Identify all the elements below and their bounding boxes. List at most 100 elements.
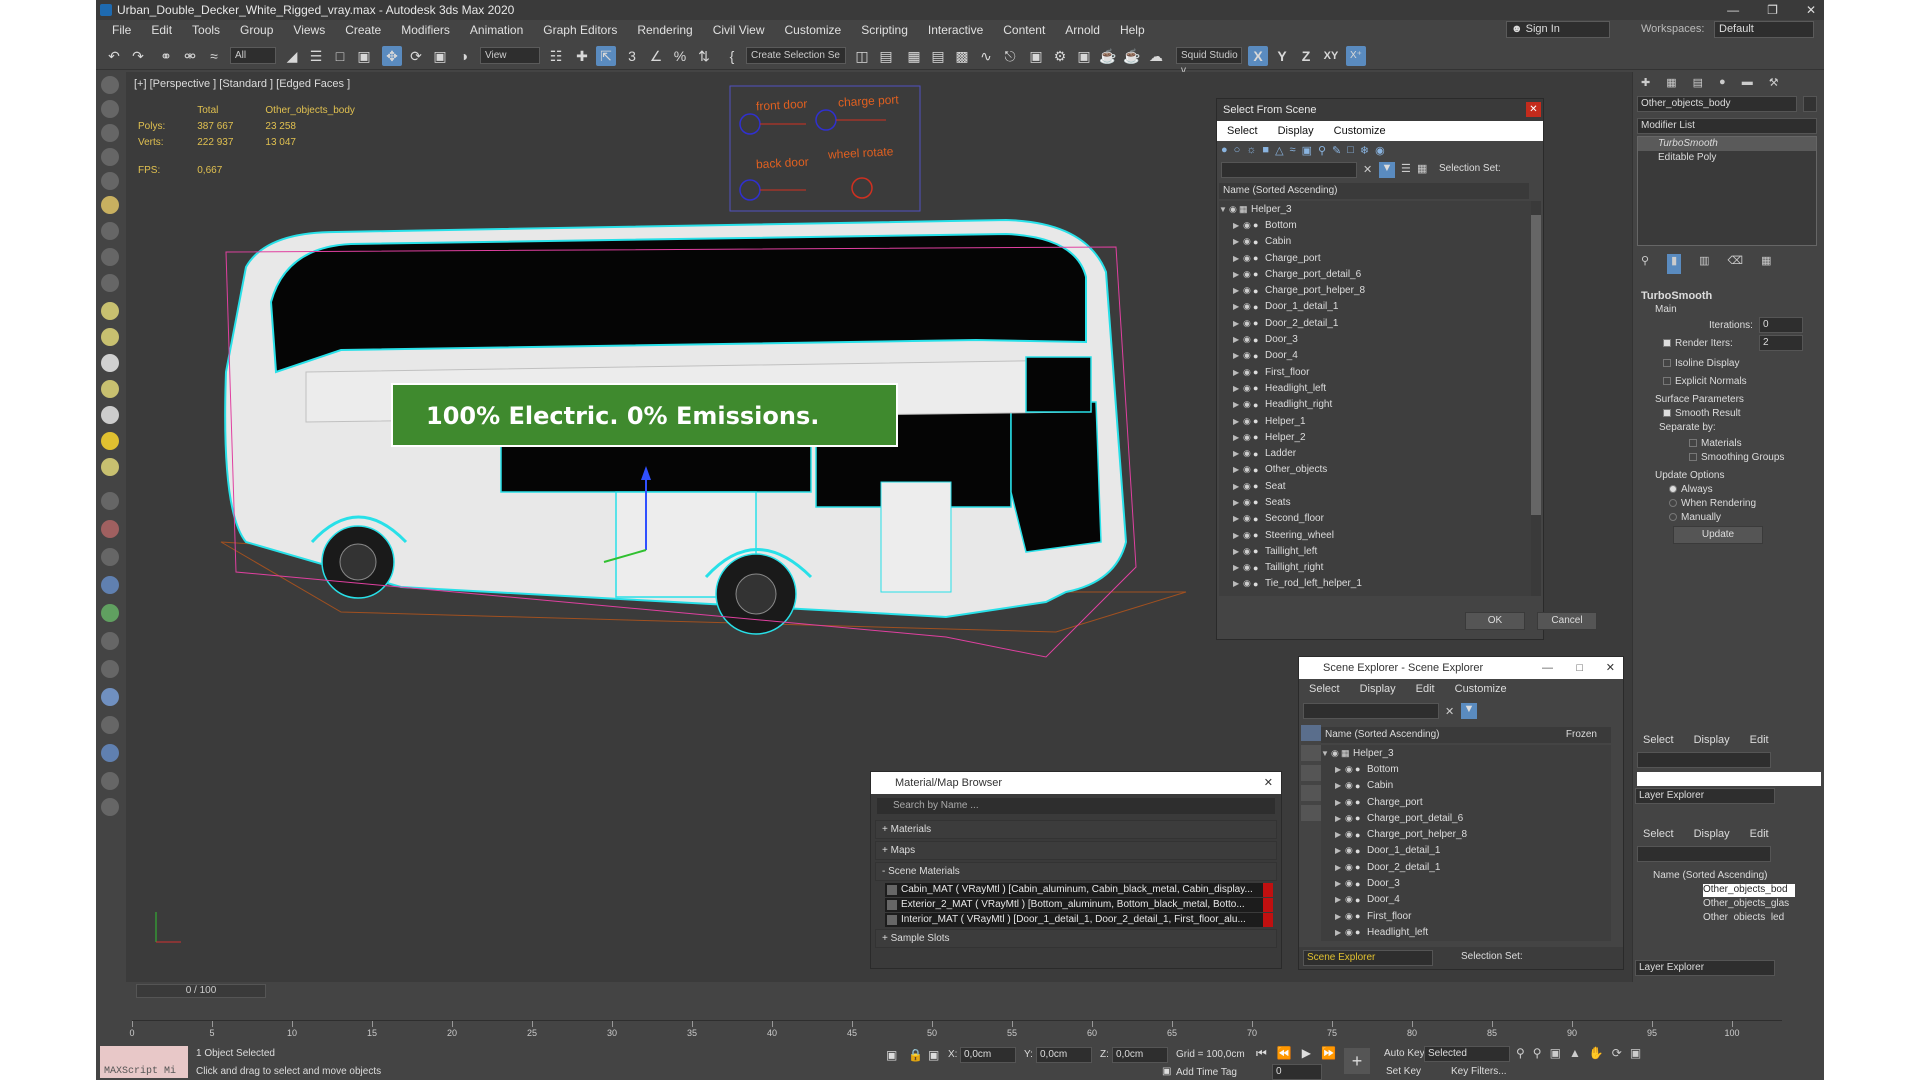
set-key-button[interactable]: Set Key [1386,1066,1421,1077]
lp2-menu-edit[interactable]: Edit [1740,828,1779,840]
expand-icon[interactable]: ▶ [1335,846,1345,855]
axis-xy-button[interactable]: XY [1320,46,1342,66]
se-menu-edit[interactable]: Edit [1406,683,1445,695]
lp-menu-display[interactable]: Display [1684,734,1740,746]
eye-icon[interactable]: ◉ [1243,318,1253,329]
eye-icon[interactable]: ◉ [1345,911,1355,922]
explicit-normals-checkbox[interactable] [1663,377,1671,386]
absolute-mode-icon[interactable]: ▣ [928,1048,939,1062]
render-cloud-icon[interactable]: ☁ [1146,46,1166,66]
layer-explorer-select[interactable]: Layer Explorer [1635,788,1775,804]
tool-icon-24[interactable] [101,688,119,706]
expand-icon[interactable]: ▶ [1233,531,1243,540]
ribbon-icon[interactable]: ▩ [952,46,972,66]
tree-row[interactable]: ▶ ◉ ● Taillight_left [1219,543,1531,559]
tree-row[interactable]: ▶ ◉ ● Seats [1219,494,1531,510]
se-explorer-select[interactable]: Scene Explorer [1303,950,1433,966]
expand-icon[interactable]: ▶ [1233,579,1243,588]
section-maps[interactable]: + Maps [875,841,1277,860]
minimize-icon[interactable]: — [1542,657,1553,679]
filter-xrefs-icon[interactable]: ⚲ [1318,144,1326,157]
reference-coord-select[interactable]: View [480,47,540,64]
menu-file[interactable]: File [102,23,141,37]
eye-icon[interactable]: ◉ [1243,497,1253,508]
filter-bones-icon[interactable]: ✎ [1332,144,1341,157]
tree-row[interactable]: ▶ ◉ ● Door_2_detail_1 [1321,859,1611,875]
axis-x-button[interactable]: X [1248,46,1268,66]
axis-y-button[interactable]: Y [1272,46,1292,66]
filter-groups-icon[interactable]: ▣ [1302,144,1312,157]
hair-fur-icon[interactable] [101,632,119,650]
render-production-icon[interactable]: ☕ [1098,46,1118,66]
tool-icon-25[interactable] [101,716,119,734]
eye-icon[interactable]: ◉ [1243,350,1253,361]
sfs-search-input[interactable] [1221,162,1357,178]
sfs-scrollbar[interactable] [1531,201,1541,596]
tool-icon-20[interactable] [101,576,119,594]
stack-editable-poly[interactable]: Editable Poly [1638,151,1816,165]
clear-search-icon[interactable]: ✕ [1363,163,1372,176]
menu-customize[interactable]: Customize [775,23,852,37]
materials-checkbox[interactable] [1689,439,1697,448]
eye-icon[interactable]: ◉ [1345,878,1355,889]
object-color-swatch[interactable] [1803,96,1817,112]
filter-lights-icon[interactable]: ☼ [1246,144,1256,156]
layer-explorer-icon[interactable]: ▤ [928,46,948,66]
eye-icon[interactable]: ◉ [1229,204,1239,215]
tool-icon-3[interactable] [101,124,119,142]
section-sample-slots[interactable]: + Sample Slots [875,929,1277,948]
close-icon[interactable]: ✕ [1526,102,1541,117]
modify-tab-icon[interactable]: ▦ [1666,76,1676,90]
set-key-icon[interactable]: + [1344,1048,1370,1074]
expand-icon[interactable]: ▶ [1335,928,1345,937]
material-cabin[interactable]: Cabin_MAT ( VRayMtl ) [Cabin_aluminum, C… [885,883,1273,897]
lp2-search-input[interactable] [1637,846,1771,862]
menu-scripting[interactable]: Scripting [851,23,918,37]
layer-row[interactable]: Other_objects_glas [1703,898,1795,909]
tree-row[interactable]: ▶ ◉ ● Door_1_detail_1 [1321,843,1611,859]
hierarchy-tab-icon[interactable]: ▤ [1693,76,1703,90]
tree-row[interactable]: ▶ ◉ ● First_floor [1219,364,1531,380]
filter-hidden-icon[interactable]: ◉ [1375,144,1385,157]
material-search-input[interactable]: Search by Name ... [877,798,1275,814]
tree-row[interactable]: ▶ ◉ ● Door_4 [1321,892,1611,908]
render-setup-icon[interactable]: ⚙ [1050,46,1070,66]
lp-menu-select[interactable]: Select [1633,734,1684,746]
smoothing-groups-checkbox[interactable] [1689,453,1697,462]
always-radio[interactable] [1669,485,1677,494]
sfs-menu-display[interactable]: Display [1268,125,1324,137]
tree-row[interactable]: ▶ ◉ ● Bottom [1219,217,1531,233]
minimize-icon[interactable]: — [1727,3,1739,17]
eye-icon[interactable]: ◉ [1345,780,1355,791]
expand-icon[interactable]: ▶ [1233,433,1243,442]
manually-radio[interactable] [1669,513,1677,522]
current-frame-field[interactable]: 0 [1272,1064,1322,1080]
play-icon[interactable]: ▶ [1302,1046,1311,1061]
eye-icon[interactable]: ◉ [1243,367,1253,378]
configure-modifier-icon[interactable]: ▦ [1761,254,1771,274]
rect-selection-icon[interactable]: □ [330,46,350,66]
redo-icon[interactable]: ↷ [128,46,148,66]
zoom-icon[interactable]: ⚲ [1516,1046,1525,1060]
eye-icon[interactable]: ◉ [1345,845,1355,856]
isolate-icon[interactable]: ▣ [886,1048,897,1062]
menu-interactive[interactable]: Interactive [918,23,993,37]
sfs-column-header[interactable]: Name (Sorted Ascending) [1219,183,1529,199]
filter-frozen-icon[interactable]: ❄ [1360,144,1369,157]
material-interior[interactable]: Interior_MAT ( VRayMtl ) [Door_1_detail_… [885,913,1273,927]
tree-row[interactable]: ▶ ◉ ● Charge_port_helper_8 [1321,826,1611,842]
cone-icon[interactable] [101,406,119,424]
pan-icon[interactable]: ✋ [1589,1046,1604,1060]
eye-icon[interactable]: ◉ [1243,481,1253,492]
tree-row[interactable]: ▶ ◉ ● Ladder [1219,445,1531,461]
se-menu-select[interactable]: Select [1299,683,1350,695]
tool-icon-21[interactable] [101,604,119,622]
unlink-icon[interactable]: ⚮ [180,46,200,66]
filter-geometry-icon[interactable] [1301,725,1321,741]
filter-icon[interactable]: ▼ [1461,703,1477,719]
tree-row[interactable]: ▶ ◉ ● Door_3 [1219,331,1531,347]
link-icon[interactable]: ⚭ [156,46,176,66]
tree-row[interactable]: ▶ ◉ ● Headlight_left [1321,924,1611,940]
zoom-all-icon[interactable]: ⚲ [1533,1046,1542,1060]
turbosmooth-rollout[interactable]: TurboSmooth [1641,290,1712,302]
